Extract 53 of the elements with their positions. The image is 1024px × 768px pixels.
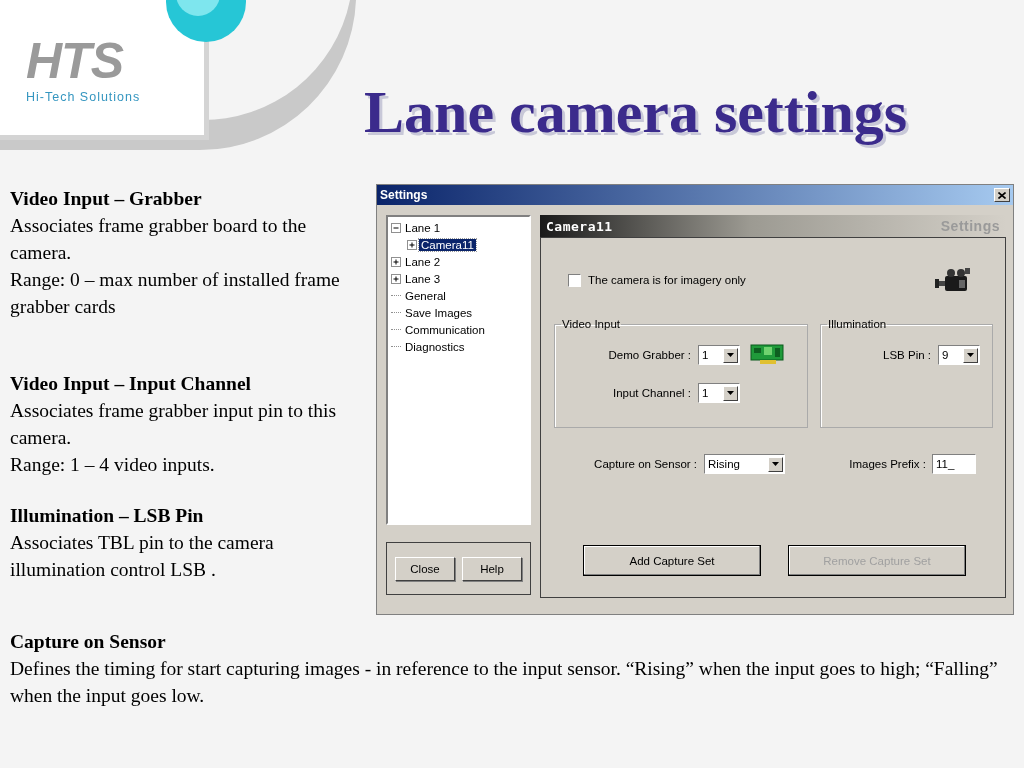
panel-name: Camera11: [546, 218, 613, 234]
field-label: Input Channel :: [612, 387, 691, 399]
tree-item[interactable]: Lane 1: [403, 221, 443, 234]
capture-set-button[interactable]: Add Capture Set: [583, 545, 761, 576]
panel-caption: Settings: [940, 218, 1000, 234]
dialog-button[interactable]: Close: [395, 556, 455, 581]
dropdown[interactable]: 1: [698, 383, 740, 403]
note-text: Associates frame grabber board to the camera.: [10, 214, 308, 265]
logo-mark: HTS: [26, 38, 125, 84]
expand-icon[interactable]: [407, 239, 417, 250]
note-heading: Illumination – LSB Pin: [10, 504, 205, 528]
window-title: Settings: [380, 188, 428, 202]
circuit-board-icon: [750, 344, 784, 366]
slide-title: Lane camera settings: [364, 78, 908, 147]
tree-item[interactable]: Camera11: [419, 238, 476, 251]
field-label: Images Prefix :: [848, 458, 926, 470]
dropdown[interactable]: Rising: [704, 454, 785, 474]
tree-item[interactable]: Lane 2: [403, 255, 443, 268]
collapse-icon[interactable]: [391, 222, 401, 233]
input-field[interactable]: 11_: [932, 454, 976, 474]
expand-icon[interactable]: [391, 256, 401, 267]
group-title: Illumination: [827, 318, 888, 330]
field-label: Capture on Sensor :: [593, 458, 697, 470]
field-label: LSB Pin :: [882, 349, 931, 361]
note-text: Range: 0 – max number of installed frame grabber cards: [10, 268, 341, 319]
group-title: Video Input: [561, 318, 621, 330]
imagery-checkbox[interactable]: [568, 273, 581, 287]
logo-tagline: Hi-Tech Solutions: [26, 90, 141, 104]
field-label: Demo Grabber :: [607, 349, 691, 361]
close-icon: [998, 191, 1006, 199]
tree-item[interactable]: Lane 3: [403, 272, 443, 285]
note-heading: Capture on Sensor: [10, 630, 167, 654]
note-text: Range: 1 – 4 video inputs.: [10, 453, 216, 477]
note-text: Defines the timing for start capturing images - in reference to the input sensor. “Rising” when the input goes to high; “Falling” when the input goes low.: [10, 657, 999, 708]
caret-icon: [967, 353, 974, 357]
dropdown[interactable]: 9: [938, 345, 980, 365]
note-text: Associates frame grabber input pin to this camera.: [10, 399, 337, 450]
caret-icon: [727, 391, 734, 395]
tree-item[interactable]: Communication: [403, 323, 487, 336]
tree-item[interactable]: General: [403, 289, 448, 302]
tree-item[interactable]: Diagnostics: [403, 340, 467, 353]
note-text: Associates TBL pin to the camera illumination control LSB .: [10, 531, 275, 582]
note-heading: Video Input – Input Channel: [10, 372, 252, 396]
dialog-button[interactable]: Help: [462, 556, 522, 581]
tree-item[interactable]: Save Images: [403, 306, 475, 319]
caret-icon: [727, 353, 734, 357]
dropdown[interactable]: 1: [698, 345, 740, 365]
checkbox-label: The camera is for imagery only: [588, 274, 746, 286]
close-button[interactable]: [994, 188, 1010, 202]
expand-icon[interactable]: [391, 273, 401, 284]
video-camera-icon: [935, 268, 971, 294]
note-heading: Video Input – Grabber: [10, 187, 203, 211]
caret-icon: [772, 462, 779, 466]
